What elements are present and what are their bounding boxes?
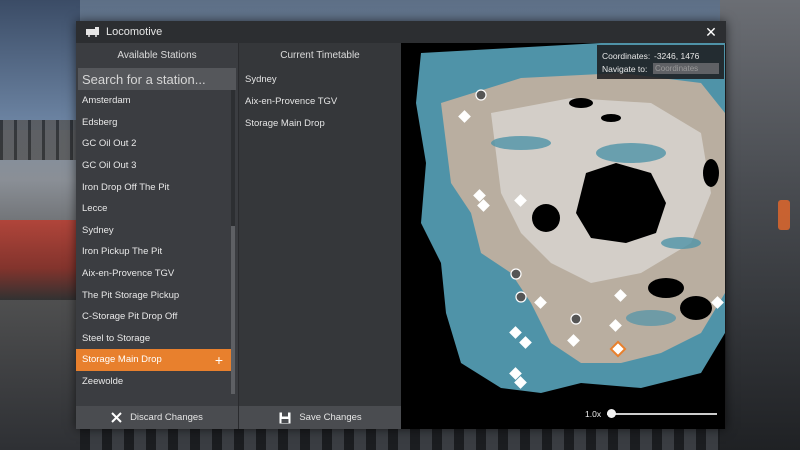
timetable-header: Current Timetable xyxy=(280,50,360,61)
navigate-input[interactable] xyxy=(653,63,719,74)
marker-dot[interactable] xyxy=(515,291,527,303)
station-item[interactable]: Iron Pickup The Pit xyxy=(76,241,231,263)
station-label: Lecce xyxy=(82,203,108,215)
station-item[interactable]: The Pit Storage Pickup xyxy=(76,284,231,306)
background-light xyxy=(778,200,790,230)
station-label: GC Oil Out 3 xyxy=(82,160,137,172)
discard-changes-button[interactable]: Discard Changes xyxy=(76,406,238,429)
station-item[interactable]: Sydney xyxy=(76,220,231,242)
x-icon xyxy=(111,412,122,423)
stations-header: Available Stations xyxy=(117,50,197,61)
station-label: Iron Drop Off The Pit xyxy=(82,181,170,193)
scrollbar-thumb[interactable] xyxy=(231,226,235,394)
close-icon: ✕ xyxy=(705,23,717,40)
coordinates-label: Coordinates: xyxy=(602,50,651,61)
station-label: Iron Pickup The Pit xyxy=(82,246,163,258)
station-item[interactable]: Lecce xyxy=(76,198,231,220)
station-search xyxy=(78,68,258,90)
save-changes-button[interactable]: Save Changes xyxy=(239,406,402,429)
window-titlebar: Locomotive ✕ xyxy=(76,21,726,43)
station-label: Edsberg xyxy=(82,116,118,128)
timetable-item[interactable]: Storage Main Drop xyxy=(239,112,401,134)
timetable-item[interactable]: Sydney xyxy=(239,68,401,90)
station-item[interactable]: Edsberg xyxy=(76,112,231,134)
save-icon xyxy=(279,412,291,424)
train-icon xyxy=(86,27,99,37)
station-item-selected[interactable]: Storage Main Drop + xyxy=(76,349,231,371)
station-item[interactable]: C-Storage Pit Drop Off xyxy=(76,306,231,328)
marker-dot[interactable] xyxy=(475,89,487,101)
station-label: Storage Main Drop xyxy=(82,354,162,366)
station-label: Aix-en-Provence TGV xyxy=(82,268,175,280)
stations-panel: Available Stations Amsterdam Edsberg GC … xyxy=(76,43,258,429)
station-label: Amsterdam xyxy=(82,95,131,107)
timetable-panel: Current Timetable Sydney Aix-en-Provence… xyxy=(238,43,402,429)
station-label: C-Storage Pit Drop Off xyxy=(82,311,178,323)
station-label: Steel to Storage xyxy=(82,332,151,344)
station-list-scrollbar[interactable] xyxy=(231,90,235,394)
station-label: GC Oil Out 2 xyxy=(82,138,137,150)
station-label: The Pit Storage Pickup xyxy=(82,289,180,301)
timetable-list: Sydney Aix-en-Provence TGV Storage Main … xyxy=(239,68,401,134)
background-sky xyxy=(0,0,80,130)
map-view[interactable]: Coordinates: -3246, 1476 Navigate to: 1.… xyxy=(401,43,726,429)
plus-icon[interactable]: + xyxy=(215,352,223,368)
station-item[interactable]: GC Oil Out 3 xyxy=(76,155,231,177)
coordinates-panel: Coordinates: -3246, 1476 Navigate to: xyxy=(597,45,724,79)
station-item[interactable]: Zeewolde xyxy=(76,371,231,393)
save-label: Save Changes xyxy=(299,412,362,423)
zoom-label: 1.0x xyxy=(585,409,602,419)
navigate-label: Navigate to: xyxy=(602,63,648,74)
station-item[interactable]: Iron Drop Off The Pit xyxy=(76,176,231,198)
station-item[interactable]: Steel to Storage xyxy=(76,328,231,350)
station-item[interactable]: GC Oil Out 2 xyxy=(76,133,231,155)
station-item[interactable]: Aix-en-Provence TGV xyxy=(76,263,231,285)
marker-dot[interactable] xyxy=(510,268,522,280)
locomotive-window: Locomotive ✕ Available Stations Amsterda… xyxy=(76,21,726,429)
background-railing xyxy=(0,120,80,160)
timetable-item[interactable]: Aix-en-Provence TGV xyxy=(239,90,401,112)
discard-label: Discard Changes xyxy=(130,412,203,423)
world-map[interactable] xyxy=(401,43,725,429)
station-label: Zeewolde xyxy=(82,376,124,388)
background-floor xyxy=(0,220,80,300)
station-list: Amsterdam Edsberg GC Oil Out 2 GC Oil Ou… xyxy=(76,90,231,394)
window-title: Locomotive xyxy=(106,26,163,38)
station-search-input[interactable] xyxy=(82,71,258,87)
zoom-slider[interactable] xyxy=(607,409,717,418)
zoom-control: 1.0x xyxy=(585,407,721,421)
marker-dot[interactable] xyxy=(570,313,582,325)
coordinates-value: -3246, 1476 xyxy=(654,50,700,61)
close-button[interactable]: ✕ xyxy=(696,21,726,43)
zoom-slider-handle[interactable] xyxy=(607,409,617,418)
station-label: Sydney xyxy=(82,224,114,236)
station-item[interactable]: Amsterdam xyxy=(76,90,231,112)
